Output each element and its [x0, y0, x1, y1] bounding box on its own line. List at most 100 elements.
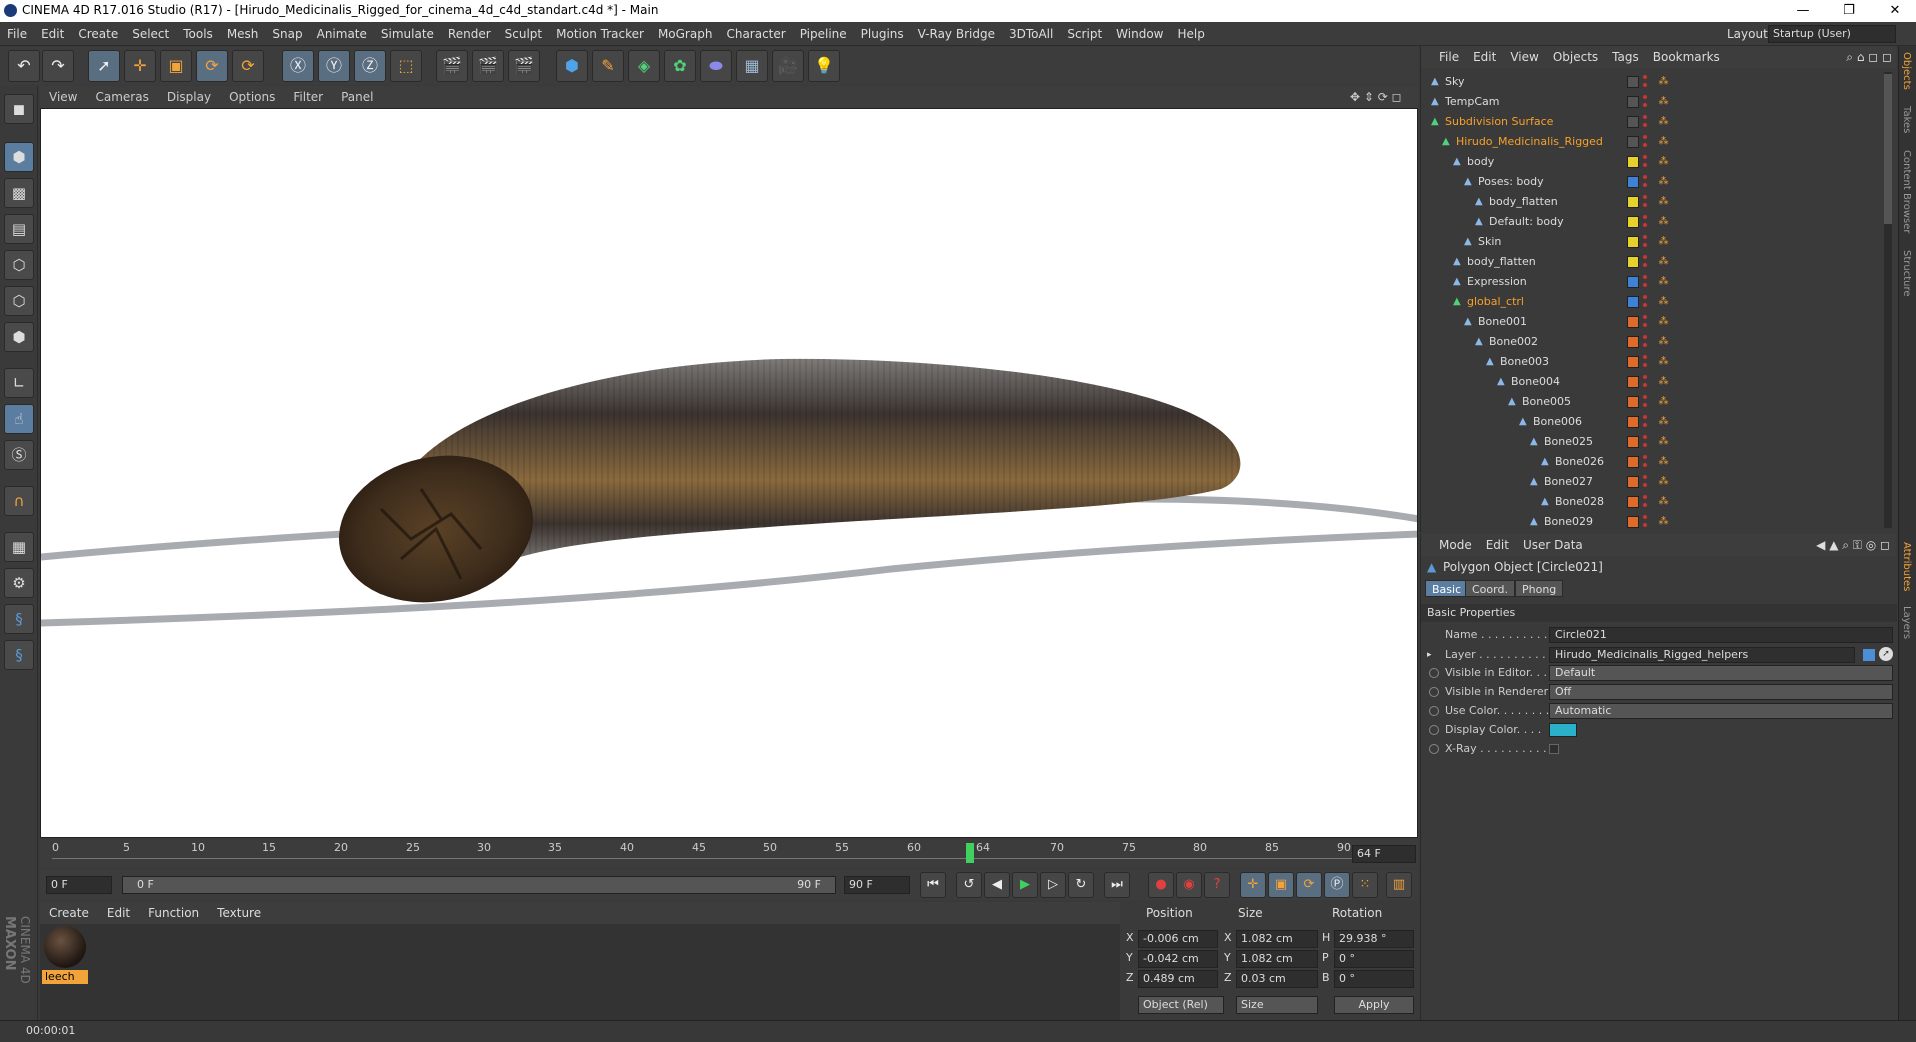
obj-menu-objects[interactable]: Objects — [1546, 46, 1605, 68]
scale-icon[interactable]: ▣ — [160, 50, 192, 82]
object-row[interactable]: ▲ body ⁂ — [1421, 152, 1883, 172]
viewport-menu-display[interactable]: Display — [158, 86, 220, 108]
menu-mograph[interactable]: MoGraph — [651, 22, 720, 46]
record-icon[interactable]: ● — [1148, 872, 1174, 898]
object-row[interactable]: ▲ TempCam ⁂ — [1421, 92, 1883, 112]
layer-color-icon[interactable] — [1627, 336, 1639, 348]
editor-visibility-dot[interactable] — [1643, 175, 1647, 179]
object-row[interactable]: ▲ Bone026 ⁂ — [1421, 452, 1883, 472]
editor-visibility-dot[interactable] — [1643, 395, 1647, 399]
attr-menu-user-data[interactable]: User Data — [1516, 534, 1590, 556]
layer-color-icon[interactable] — [1627, 216, 1639, 228]
start-frame-field[interactable]: 0 F — [46, 876, 112, 894]
texture-mode-icon[interactable]: ▩ — [4, 178, 34, 208]
object-name[interactable]: Bone029 — [1544, 512, 1593, 528]
object-row[interactable]: ▲ Bone006 ⁂ — [1421, 412, 1883, 432]
viewport-menu-options[interactable]: Options — [220, 86, 284, 108]
current-frame-field[interactable]: 64 F — [1352, 845, 1416, 863]
animate-radio-icon[interactable] — [1429, 744, 1439, 754]
animate-radio-icon[interactable] — [1429, 687, 1439, 697]
layer-color-icon[interactable] — [1627, 316, 1639, 328]
object-tag-icon[interactable]: ⁂ — [1657, 95, 1670, 108]
menu-animate[interactable]: Animate — [310, 22, 374, 46]
layer-color-icon[interactable] — [1627, 156, 1639, 168]
viewport-menu-view[interactable]: View — [40, 86, 86, 108]
obj-menu-edit[interactable]: Edit — [1466, 46, 1503, 68]
3d-viewport[interactable] — [40, 108, 1418, 838]
object-tag-icon[interactable]: ⁂ — [1657, 435, 1670, 448]
object-tag-icon[interactable]: ⁂ — [1657, 255, 1670, 268]
animate-radio-icon[interactable] — [1429, 668, 1439, 678]
viewport-nav-icons[interactable]: ✥ ⇕ ⟳ ◻ — [1350, 86, 1402, 108]
undo-icon[interactable]: ↶ — [8, 50, 40, 82]
object-manager-tools-icons[interactable]: ⌕ ⌂ ◻ ◻ — [1846, 46, 1892, 68]
object-name[interactable]: body_flatten — [1467, 252, 1536, 272]
y-axis-icon[interactable]: Ⓨ — [318, 50, 350, 82]
editor-visibility-dot[interactable] — [1643, 375, 1647, 379]
render-view-icon[interactable]: 🎬 — [436, 50, 468, 82]
object-tag-icon[interactable]: ⁂ — [1657, 235, 1670, 248]
object-tag-icon[interactable]: ⁂ — [1657, 215, 1670, 228]
editor-visibility-dot[interactable] — [1643, 295, 1647, 299]
editor-visibility-dot[interactable] — [1643, 75, 1647, 79]
object-row[interactable]: ▲ Sky ⁂ — [1421, 72, 1883, 92]
obj-menu-tags[interactable]: Tags — [1605, 46, 1646, 68]
material-menu-texture[interactable]: Texture — [208, 902, 270, 924]
side-tab-layers[interactable]: Layers — [1901, 606, 1912, 639]
render-visibility-dot[interactable] — [1643, 183, 1647, 187]
object-tag-icon[interactable]: ⁂ — [1657, 155, 1670, 168]
layer-picker-icon[interactable]: ➚ — [1879, 647, 1893, 661]
minimize-button[interactable]: — — [1780, 0, 1826, 22]
close-button[interactable]: ✕ — [1872, 0, 1916, 22]
step-back-icon[interactable]: ◀ — [984, 872, 1010, 898]
object-row[interactable]: ▲ Bone002 ⁂ — [1421, 332, 1883, 352]
render-visibility-dot[interactable] — [1643, 343, 1647, 347]
object-name[interactable]: Bone001 — [1478, 312, 1527, 332]
editor-visibility-dot[interactable] — [1643, 275, 1647, 279]
render-settings-icon[interactable]: 🎬 — [508, 50, 540, 82]
object-tag-icon[interactable]: ⁂ — [1657, 375, 1670, 388]
object-name[interactable]: Skin — [1478, 232, 1501, 252]
object-tag-icon[interactable]: ⁂ — [1657, 75, 1670, 88]
menu-character[interactable]: Character — [719, 22, 792, 46]
position-z-field[interactable]: 0.489 cm — [1138, 970, 1218, 988]
editor-visibility-dot[interactable] — [1643, 155, 1647, 159]
object-name[interactable]: Subdivision Surface — [1445, 112, 1553, 132]
object-tag-icon[interactable]: ⁂ — [1657, 455, 1670, 468]
render-visibility-dot[interactable] — [1643, 403, 1647, 407]
menu-script[interactable]: Script — [1060, 22, 1109, 46]
object-name[interactable]: Hirudo_Medicinalis_Rigged — [1456, 132, 1603, 152]
editor-visibility-dot[interactable] — [1643, 235, 1647, 239]
object-tag-icon[interactable]: ⁂ — [1657, 415, 1670, 428]
layer-color-icon[interactable] — [1627, 236, 1639, 248]
deformer-icon[interactable]: ⬬ — [700, 50, 732, 82]
floor-icon[interactable]: ▦ — [736, 50, 768, 82]
menu-render[interactable]: Render — [441, 22, 498, 46]
layer-color-icon[interactable] — [1627, 456, 1639, 468]
live-select-icon[interactable]: ➚ — [88, 50, 120, 82]
object-row[interactable]: ▲ Subdivision Surface ⁂ — [1421, 112, 1883, 132]
render-visibility-dot[interactable] — [1643, 143, 1647, 147]
tab-coord[interactable]: Coord. — [1465, 580, 1515, 597]
editor-visibility-dot[interactable] — [1643, 335, 1647, 339]
layer-field[interactable]: Hirudo_Medicinalis_Rigged_helpers — [1549, 647, 1855, 663]
preview-range-slider[interactable]: 0 F 90 F — [122, 876, 836, 894]
object-row[interactable]: ▲ Expression ⁂ — [1421, 272, 1883, 292]
layer-color-icon[interactable] — [1627, 116, 1639, 128]
object-name[interactable]: Bone002 — [1489, 332, 1538, 352]
keyframe-selection-icon[interactable]: ? — [1204, 872, 1230, 898]
object-tree-scrollbar[interactable] — [1884, 72, 1892, 528]
render-visibility-dot[interactable] — [1643, 203, 1647, 207]
soft-selection-icon[interactable]: Ⓢ — [4, 440, 34, 470]
layer-color-icon[interactable] — [1627, 136, 1639, 148]
menu-tools[interactable]: Tools — [176, 22, 220, 46]
object-row[interactable]: ▲ body_flatten ⁂ — [1421, 252, 1883, 272]
play-icon[interactable]: ▶ — [1012, 872, 1038, 898]
render-visibility-dot[interactable] — [1643, 303, 1647, 307]
render-visibility-dot[interactable] — [1643, 523, 1647, 527]
locked-workplane-icon[interactable]: ▦ — [4, 532, 34, 562]
tab-basic[interactable]: Basic — [1425, 580, 1469, 597]
menu-plugins[interactable]: Plugins — [854, 22, 911, 46]
object-name[interactable]: Expression — [1467, 272, 1527, 292]
object-row[interactable]: ▲ Default: body ⁂ — [1421, 212, 1883, 232]
